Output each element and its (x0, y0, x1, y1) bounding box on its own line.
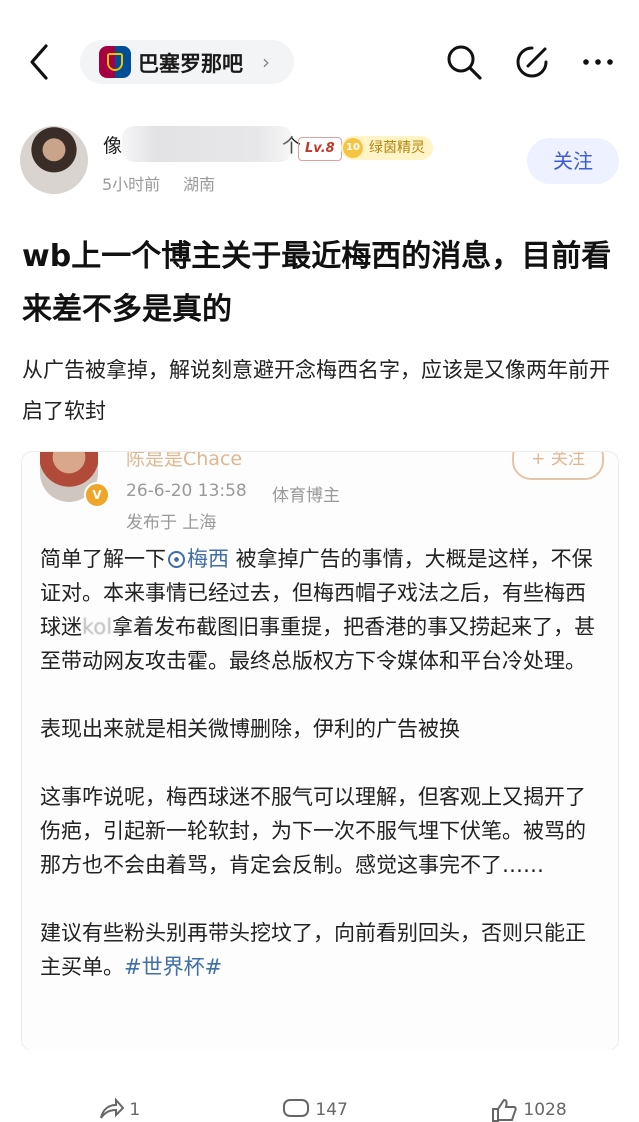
weibo-paragraph: 简单了解一下 梅西 被拿掉广告的事情，大概是这样，不保证对。本来事情已经过去，但梅… (40, 547, 596, 673)
weibo-screenshot-card[interactable]: 陈是是Chace + 关注 V 26-6-20 13:58 体育博主 发布于 上… (22, 452, 618, 1050)
weibo-date: 26-6-20 13:58 (126, 481, 247, 501)
forum-logo (99, 46, 131, 78)
comment-icon (283, 1099, 309, 1117)
weibo-paragraph: 这事咋说呢，梅西球迷不服气可以理解，但客观上又揭开了伤疤，引起新一轮软封，为下一… (40, 785, 586, 877)
comment-count: 147 (315, 1100, 348, 1120)
post-time: 5小时前 (102, 175, 161, 194)
weibo-author-tag: 体育博主 (272, 486, 340, 506)
verified-icon: V (84, 482, 110, 508)
edit-icon (516, 46, 548, 78)
hashtag-link-messi: 梅西 (187, 547, 229, 571)
thumbs-up-icon (492, 1098, 517, 1122)
chevron-right-icon: › (262, 50, 270, 74)
action-bar: 1 147 1028 (0, 1050, 639, 1122)
edit-button[interactable] (512, 42, 552, 82)
name-blur-mask (122, 126, 292, 162)
medal-icon: 10 (343, 138, 363, 158)
like-action[interactable]: 1028 (490, 1098, 567, 1122)
follow-button[interactable]: 关注 (527, 138, 619, 184)
top-bar: 巴塞罗那吧 › (0, 0, 639, 100)
forum-entry[interactable]: 巴塞罗那吧 › (80, 40, 294, 84)
soccer-ball-icon (168, 551, 185, 568)
search-button[interactable] (444, 42, 484, 82)
forum-name: 巴塞罗那吧 (138, 52, 243, 76)
weibo-location: 发布于 上海 (126, 513, 217, 533)
post-subtitle: 从广告被拿掉，解说刻意避开念梅西名字，应该是又像两年前开启了软封 (22, 358, 610, 423)
weibo-follow-button: + 关注 (512, 452, 604, 480)
post-location: 湖南 (183, 175, 216, 194)
hashtag-link-worldcup: #世界杯# (124, 955, 223, 979)
share-count: 1 (129, 1100, 141, 1120)
weibo-author-name: 陈是是Chace (126, 452, 243, 470)
level-badge: Lv.8 (298, 137, 342, 161)
medal-badge: 10 绿茵精灵 (341, 136, 433, 160)
search-icon (447, 45, 482, 80)
share-icon (100, 1097, 125, 1119)
comment-action[interactable]: 147 (282, 1098, 348, 1122)
chevron-left-icon (30, 44, 48, 80)
back-button[interactable] (22, 40, 62, 84)
post-title: wb上一个博主关于最近梅西的消息，目前看来差不多是真的 (22, 239, 612, 327)
weibo-paragraph: 表现出来就是相关微博删除，伊利的广告被换 (40, 717, 460, 741)
like-count: 1028 (523, 1100, 567, 1120)
medal-label: 绿茵精灵 (369, 140, 425, 156)
weibo-paragraph: 建议有些粉头别再带头挖坟了，向前看别回头，否则只能正主买单。#世界杯# (40, 921, 586, 979)
share-action[interactable]: 1 (98, 1097, 141, 1122)
more-horizontal-icon (583, 59, 613, 65)
weibo-body: 简单了解一下 梅西 被拿掉广告的事情，大概是这样，不保证对。本来事情已经过去，但梅… (40, 542, 606, 984)
author-avatar[interactable] (20, 126, 88, 194)
more-button[interactable] (578, 42, 618, 82)
